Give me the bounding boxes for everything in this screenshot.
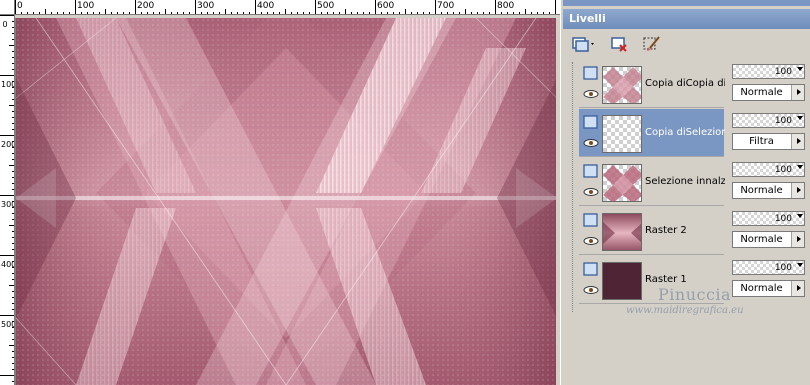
raster-layer-type-icon — [583, 164, 598, 178]
visibility-eye-icon[interactable] — [583, 237, 599, 245]
edit-selection-button[interactable] — [641, 33, 663, 55]
blend-mode-arrow-icon[interactable] — [791, 281, 804, 296]
previous-panel-strip — [563, 0, 810, 6]
blend-mode-select[interactable]: Filtra — [732, 133, 805, 150]
raster-layer-type-icon — [583, 213, 598, 227]
opacity-slider[interactable]: 100 — [732, 64, 805, 79]
layer-properties: 100 Normale — [732, 207, 808, 255]
layer-row[interactable]: Selezione innalzat 100 Normale — [579, 158, 808, 206]
opacity-value: 100 — [774, 263, 792, 273]
blend-mode-value: Normale — [740, 87, 783, 98]
blend-mode-arrow-icon[interactable] — [791, 183, 804, 198]
layer-properties: 100 Normale — [732, 256, 808, 304]
opacity-slider[interactable]: 100 — [732, 211, 805, 226]
layer-name: Copia diSelezione — [645, 127, 725, 138]
layer-name-cell[interactable]: Selezione innalzat — [579, 158, 725, 206]
layer-name-cell[interactable]: Raster 1 — [579, 256, 724, 304]
visibility-eye-icon[interactable] — [583, 286, 599, 294]
layer-name-cell[interactable]: Raster 2 — [579, 207, 724, 255]
palette-toolbar — [563, 30, 810, 58]
blend-mode-select[interactable]: Normale — [732, 231, 805, 248]
layer-status-icons — [582, 163, 600, 201]
horizontal-ruler: 0 100 200 300 400 500 600 700 800 — [15, 0, 560, 15]
delete-layer-icon — [611, 37, 627, 52]
opacity-dropdown-arrow-icon[interactable] — [797, 116, 803, 120]
layer-name: Raster 1 — [645, 274, 687, 285]
opacity-value: 100 — [774, 165, 792, 175]
layer-thumbnail — [602, 213, 642, 251]
layer-thumbnail — [602, 66, 642, 104]
opacity-dropdown-arrow-icon[interactable] — [797, 165, 803, 169]
opacity-slider[interactable]: 100 — [732, 260, 805, 275]
layer-row[interactable]: Copia diCopia diS 100 Normale — [579, 60, 808, 108]
opacity-dropdown-arrow-icon[interactable] — [797, 67, 803, 71]
blend-mode-select[interactable]: Normale — [732, 84, 805, 101]
layer-list: Copia diCopia diS 100 Normale Copia diSe… — [563, 58, 809, 385]
blend-mode-select[interactable]: Normale — [732, 280, 805, 297]
opacity-slider[interactable]: 100 — [732, 162, 805, 177]
layer-status-icons — [582, 212, 600, 250]
horizontal-ruler-ticks — [15, 0, 556, 14]
layer-name: Copia diCopia diS — [645, 78, 725, 89]
visibility-eye-icon[interactable] — [583, 188, 599, 196]
layer-thumbnail — [602, 115, 642, 153]
image-canvas[interactable] — [15, 18, 556, 385]
layer-status-icons — [582, 261, 600, 299]
layer-row[interactable]: Copia diSelezione 100 Filtra — [579, 109, 808, 157]
layer-tree-line — [572, 62, 573, 312]
ruler-corner — [0, 0, 15, 15]
opacity-value: 100 — [774, 214, 792, 224]
layer-status-icons — [582, 65, 600, 103]
blend-mode-select[interactable]: Normale — [732, 182, 805, 199]
raster-layer-type-icon — [583, 262, 598, 276]
raster-layer-type-icon — [583, 115, 598, 129]
layer-status-icons — [582, 114, 600, 152]
edit-brush-icon — [643, 36, 660, 51]
layer-properties: 100 Normale — [732, 158, 808, 206]
layer-thumbnail — [602, 164, 642, 202]
visibility-eye-icon[interactable] — [583, 90, 599, 98]
blend-mode-arrow-icon[interactable] — [791, 232, 804, 247]
new-raster-layer-icon — [572, 37, 594, 52]
raster-layer-type-icon — [583, 66, 598, 80]
blend-mode-arrow-icon[interactable] — [791, 134, 804, 149]
image-canvas-window: 0 100 200 300 400 500 600 700 800 0 100 … — [0, 0, 560, 385]
artwork — [16, 18, 556, 385]
layer-name-cell[interactable]: Copia diCopia diS — [579, 60, 725, 108]
layer-name: Raster 2 — [645, 225, 687, 236]
blend-mode-value: Normale — [740, 234, 783, 245]
layer-row[interactable]: Raster 1 100 Normale — [579, 256, 808, 304]
new-layer-button[interactable] — [569, 33, 597, 55]
blend-mode-value: Filtra — [749, 136, 774, 147]
opacity-value: 100 — [774, 116, 792, 126]
opacity-dropdown-arrow-icon[interactable] — [797, 214, 803, 218]
visibility-eye-icon[interactable] — [583, 139, 599, 147]
layer-properties: 100 Filtra — [732, 109, 808, 157]
blend-mode-arrow-icon[interactable] — [791, 85, 804, 100]
delete-layer-button[interactable] — [609, 33, 631, 55]
vertical-ruler: 0 100 200 300 400 500 — [0, 15, 15, 385]
layer-row[interactable]: Raster 2 100 Normale — [579, 207, 808, 255]
blend-mode-value: Normale — [740, 185, 783, 196]
palette-title[interactable]: Livelli — [563, 9, 810, 29]
layer-name: Selezione innalzat — [645, 176, 725, 187]
layers-palette: Livelli Copia diCopia diS 100 Normale Co… — [560, 0, 810, 385]
layer-name-cell[interactable]: Copia diSelezione — [579, 109, 725, 157]
vertical-ruler-ticks — [0, 15, 14, 382]
opacity-dropdown-arrow-icon[interactable] — [797, 263, 803, 267]
layer-properties: 100 Normale — [732, 60, 808, 108]
blend-mode-value: Normale — [740, 283, 783, 294]
layer-thumbnail — [602, 262, 642, 300]
opacity-slider[interactable]: 100 — [732, 113, 805, 128]
opacity-value: 100 — [774, 67, 792, 77]
